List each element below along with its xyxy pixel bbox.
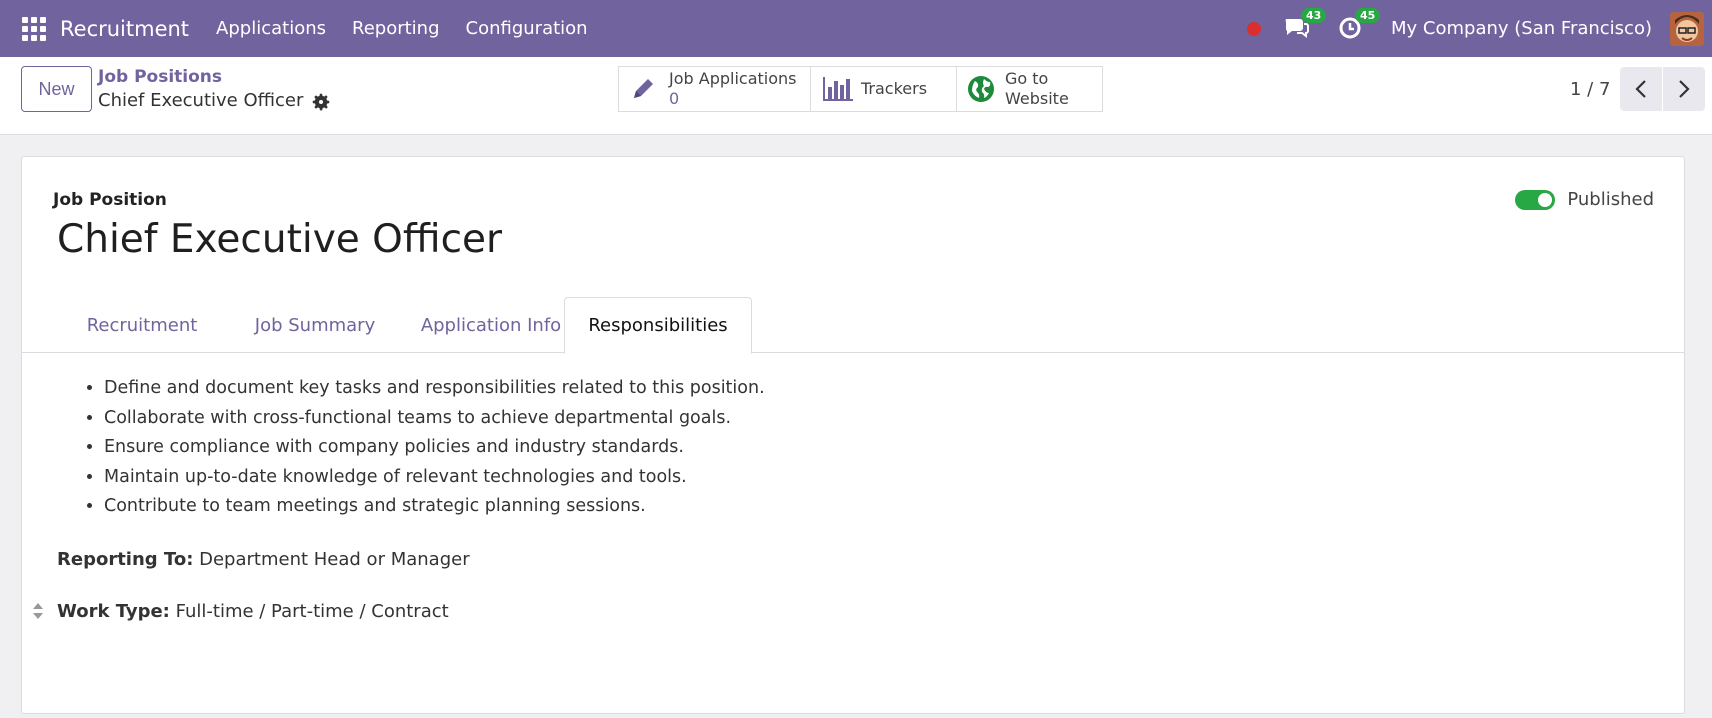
work-type-line[interactable]: Work Type: Full-time / Part-time / Contr… xyxy=(57,601,449,622)
form-notebook-tabs: Recruitment Job Summary Application Info… xyxy=(22,297,1684,354)
job-applications-label: Job Applications xyxy=(669,69,797,88)
job-applications-count: 0 xyxy=(669,89,680,108)
menu-item-configuration[interactable]: Configuration xyxy=(453,18,601,39)
main-menu: Applications Reporting Configuration xyxy=(203,18,601,39)
apps-grid-icon[interactable] xyxy=(22,16,46,41)
website-label: Website xyxy=(1005,89,1069,108)
top-navbar: Recruitment Applications Reporting Confi… xyxy=(0,0,1712,57)
job-applications-button[interactable]: Job Applications 0 xyxy=(618,66,811,112)
go-to-website-button[interactable]: Go to Website xyxy=(956,66,1103,112)
breadcrumb-current-record: Chief Executive Officer xyxy=(98,90,304,111)
job-position-name-field[interactable]: Chief Executive Officer xyxy=(57,217,502,262)
messages-count-badge: 43 xyxy=(1301,7,1327,23)
reporting-to-value: Department Head or Manager xyxy=(199,549,470,570)
reporting-to-label: Reporting To: xyxy=(57,549,194,570)
chevron-left-icon xyxy=(1635,80,1646,98)
list-item: Maintain up-to-date knowledge of relevan… xyxy=(104,463,765,493)
trackers-label: Trackers xyxy=(861,79,928,98)
list-item: Define and document key tasks and respon… xyxy=(104,374,765,404)
form-sheet: Job Position Chief Executive Officer Pub… xyxy=(21,156,1685,714)
tab-responsibilities[interactable]: Responsibilities xyxy=(564,297,752,354)
list-item: Collaborate with cross-functional teams … xyxy=(104,404,765,434)
tab-recruitment[interactable]: Recruitment xyxy=(56,297,228,353)
list-item: Contribute to team meetings and strategi… xyxy=(104,492,765,522)
gear-icon[interactable] xyxy=(310,91,332,113)
tab-job-summary[interactable]: Job Summary xyxy=(232,297,398,353)
messages-button[interactable]: 43 xyxy=(1283,7,1327,44)
activities-button[interactable]: 45 xyxy=(1337,7,1381,44)
tab-application-info[interactable]: Application Info xyxy=(400,297,582,353)
published-toggle[interactable]: Published xyxy=(1515,189,1654,210)
menu-item-reporting[interactable]: Reporting xyxy=(339,18,453,39)
published-label: Published xyxy=(1567,189,1654,210)
pager-next-button[interactable] xyxy=(1663,67,1705,111)
app-name[interactable]: Recruitment xyxy=(60,17,189,41)
company-switcher[interactable]: My Company (San Francisco) xyxy=(1391,18,1652,39)
recording-dot-icon[interactable] xyxy=(1247,21,1262,36)
user-avatar[interactable] xyxy=(1670,11,1704,46)
responsibilities-list[interactable]: Define and document key tasks and respon… xyxy=(78,374,765,522)
reporting-to-line[interactable]: Reporting To: Department Head or Manager xyxy=(57,549,470,570)
menu-item-applications[interactable]: Applications xyxy=(203,18,339,39)
new-button[interactable]: New xyxy=(21,66,92,112)
job-position-label: Job Position xyxy=(53,190,167,210)
list-item: Ensure compliance with company policies … xyxy=(104,433,765,463)
control-panel: New Job Positions Chief Executive Office… xyxy=(0,57,1712,135)
chevron-right-icon xyxy=(1679,80,1690,98)
globe-icon xyxy=(968,76,994,102)
pager-previous-button[interactable] xyxy=(1620,67,1662,111)
activities-count-badge: 45 xyxy=(1355,7,1381,23)
work-type-value: Full-time / Part-time / Contract xyxy=(175,601,449,622)
published-switch-icon xyxy=(1515,189,1556,210)
bar-chart-icon xyxy=(823,77,853,101)
work-type-label: Work Type: xyxy=(57,601,170,622)
breadcrumb-job-positions[interactable]: Job Positions xyxy=(98,67,222,87)
drag-handle-icon[interactable] xyxy=(32,601,44,621)
trackers-button[interactable]: Trackers xyxy=(810,66,957,112)
avatar-image xyxy=(1670,11,1704,46)
pencil-icon xyxy=(634,79,653,98)
go-to-label: Go to xyxy=(1005,69,1049,88)
navbar-systray: 43 45 My Company (San Francisco) xyxy=(1247,7,1712,46)
smart-buttons: Job Applications 0 Trackers Go to Websit… xyxy=(618,66,1103,112)
pager-value[interactable]: 1 / 7 xyxy=(1570,79,1610,100)
